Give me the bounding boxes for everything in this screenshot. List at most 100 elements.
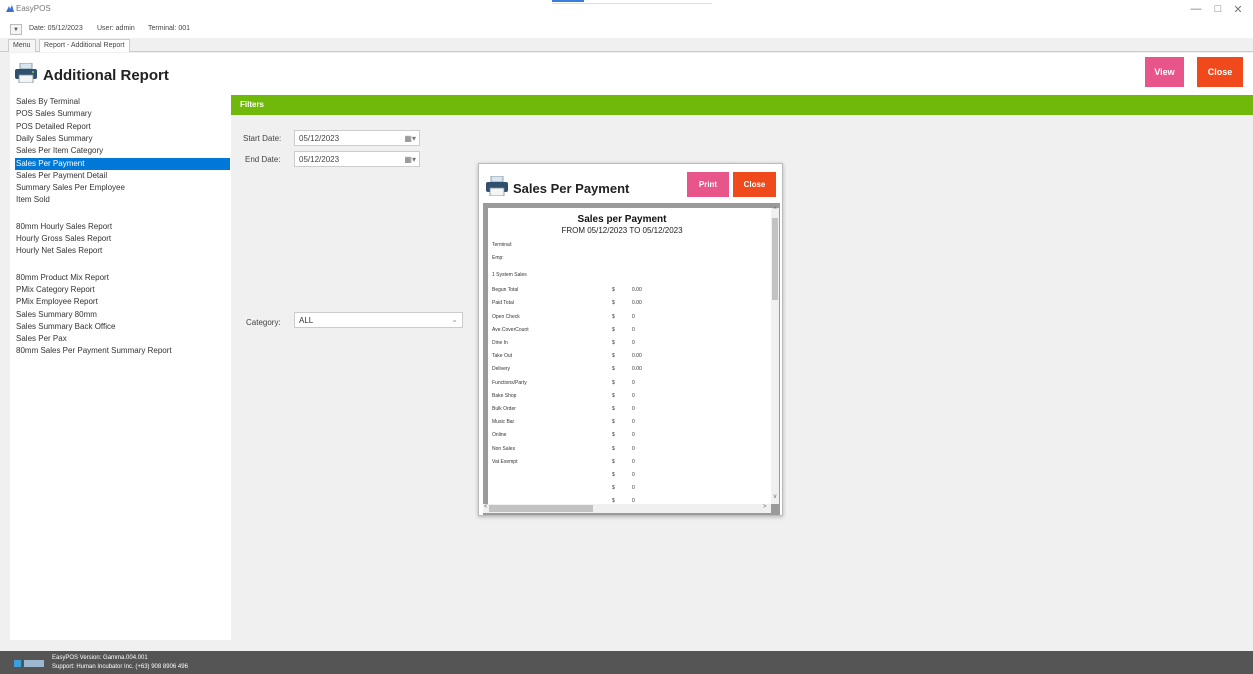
maximize-button[interactable]: □ (1209, 3, 1227, 15)
chevron-down-icon: ⌄ (451, 315, 458, 324)
report-row-value: 0 (632, 392, 635, 399)
report-list-item[interactable]: Daily Sales Summary (16, 133, 231, 145)
report-row-label: Vat Exempt (492, 458, 518, 465)
status-footer: EasyPOS Version: Gamma.004.001 Support: … (0, 651, 1253, 674)
report-row-currency: $ (612, 340, 615, 346)
report-row-currency: $ (612, 432, 615, 439)
report-row-value: 0 (632, 419, 635, 426)
calendar-icon[interactable]: ▦▾ (404, 155, 416, 164)
report-row-label: Ave.CoverCount (492, 326, 529, 333)
report-row-label: Dine In (492, 340, 508, 346)
calendar-icon[interactable]: ▦▾ (404, 134, 416, 143)
report-list-item[interactable]: Hourly Net Sales Report (16, 245, 231, 257)
scroll-down-icon[interactable]: v (771, 494, 779, 500)
report-row-value: 0.00 (632, 366, 642, 373)
report-row-currency: $ (612, 353, 615, 360)
report-list-item[interactable]: POS Detailed Report (16, 121, 231, 133)
report-row-label: Open Check (492, 313, 520, 320)
company-logo-icon (14, 660, 44, 667)
report-row-value: 0.00 (632, 287, 642, 294)
print-button[interactable]: Print (687, 172, 729, 197)
report-title: Sales per Payment (577, 214, 667, 225)
report-row-label: Delivery (492, 366, 511, 373)
report-row-label: Paid Total (492, 300, 514, 307)
dialog-title: Sales Per Payment (513, 181, 630, 196)
report-list-item[interactable]: POS Sales Summary (16, 108, 231, 120)
loading-progress-bar (552, 0, 712, 4)
vertical-scrollbar[interactable]: ^ v (771, 207, 779, 504)
printer-icon (486, 176, 508, 196)
report-list-item[interactable]: 80mm Product Mix Report (16, 272, 231, 284)
report-row-currency: $ (612, 326, 615, 333)
report-list: Sales By Terminal POS Sales Summary POS De… (10, 95, 231, 640)
report-row-currency: $ (612, 458, 615, 465)
app-title: EasyPOS (16, 4, 51, 13)
report-list-item[interactable]: 80mm Sales Per Payment Summary Report (16, 345, 231, 357)
end-date-value: 05/12/2023 (299, 155, 340, 164)
report-list-item[interactable]: Sales By Terminal (16, 96, 231, 108)
report-list-item[interactable]: PMix Category Report (16, 284, 231, 296)
report-row-currency: $ (612, 406, 615, 412)
horizontal-scrollbar[interactable]: < > (483, 504, 771, 513)
report-row-value: 0 (632, 445, 635, 452)
filters-heading: Filters (240, 100, 265, 109)
report-row-currency: $ (612, 379, 615, 386)
scrollbar-thumb[interactable] (489, 505, 593, 512)
report-list-item[interactable]: Summary Sales Per Employee (16, 182, 231, 194)
report-list-item[interactable]: Hourly Gross Sales Report (16, 233, 231, 245)
dialog-close-button[interactable]: Close (733, 172, 776, 197)
report-row-currency: $ (612, 313, 615, 320)
report-row-currency: $ (612, 392, 615, 399)
start-date-picker[interactable]: 05/12/2023 ▦▾ (294, 130, 420, 146)
report-page: Sales per Payment FROM 05/12/2023 TO 05/… (488, 208, 771, 506)
category-label: Category: (246, 318, 281, 327)
report-row-currency: $ (612, 287, 615, 294)
report-list-item[interactable]: PMix Employee Report (16, 296, 231, 308)
report-list-item[interactable]: Sales Summary Back Office (16, 321, 231, 333)
report-row-label: 1 System Sales (492, 272, 527, 279)
end-date-picker[interactable]: 05/12/2023 ▦▾ (294, 151, 420, 167)
minimize-button[interactable]: — (1187, 3, 1205, 15)
report-date-range: FROM 05/12/2023 TO 05/12/2023 (561, 226, 683, 235)
chevron-down-icon[interactable]: ▼ (10, 24, 22, 35)
report-row-label: Bake Shop (492, 392, 517, 399)
scroll-up-icon[interactable]: ^ (771, 207, 779, 213)
title-bar: EasyPOS — □ ✕ (0, 0, 1253, 22)
scrollbar-thumb[interactable] (772, 218, 778, 300)
report-row-label: Non Sales (492, 445, 516, 452)
report-list-item[interactable]: 80mm Hourly Sales Report (16, 221, 231, 233)
close-button[interactable]: Close (1197, 57, 1243, 87)
report-row-value: 0 (632, 326, 635, 333)
report-row-currency: $ (612, 366, 615, 373)
category-select[interactable]: ALL ⌄ (294, 312, 463, 328)
report-row-value: 0.00 (632, 353, 642, 360)
view-button[interactable]: View (1145, 57, 1184, 87)
report-list-item[interactable]: Sales Per Payment (15, 157, 230, 170)
scroll-left-icon[interactable]: < (484, 504, 488, 510)
report-viewer[interactable]: Sales per Payment FROM 05/12/2023 TO 05/… (483, 203, 780, 515)
start-date-label: Start Date: (243, 134, 282, 143)
report-row-label: Music Bar (492, 419, 515, 426)
report-list-item[interactable]: Sales Per Item Category (16, 145, 231, 157)
report-list-item[interactable]: Sales Per Pax (16, 333, 231, 345)
printer-icon (15, 63, 37, 83)
report-list-item[interactable]: Item Sold (16, 194, 231, 206)
report-row-label: Functions/Party (492, 379, 527, 386)
report-row-currency: $ (612, 445, 615, 452)
tab-additional-report[interactable]: Report - Additional Report (39, 39, 130, 52)
scroll-right-icon[interactable]: > (763, 504, 767, 510)
report-list-item[interactable]: Sales Summary 80mm (16, 309, 231, 321)
page-header: Additional Report View Close (10, 53, 1253, 95)
tab-menu[interactable]: Menu (8, 39, 36, 52)
report-row-currency: $ (612, 419, 615, 426)
close-window-button[interactable]: ✕ (1229, 3, 1247, 16)
report-row-value: 0 (632, 432, 635, 439)
session-user: User: admin (97, 25, 135, 32)
report-row-value: 0 (632, 458, 635, 465)
report-row-label: Terminal: (492, 242, 513, 248)
report-list-item[interactable]: Sales Per Payment Detail (16, 170, 231, 182)
tab-strip: Menu Report - Additional Report (0, 38, 1253, 52)
end-date-label: End Date: (245, 155, 281, 164)
version-text: EasyPOS Version: Gamma.004.001 (52, 655, 148, 661)
report-row-label: Emp: (492, 255, 504, 262)
